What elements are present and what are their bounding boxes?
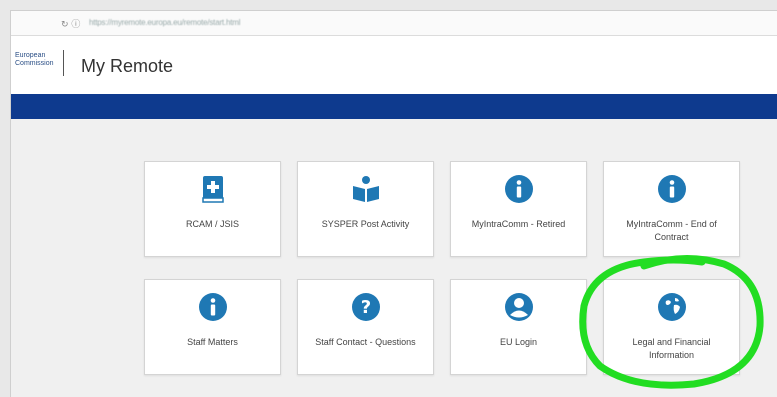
- open-book-reader-icon: [352, 176, 379, 202]
- site-header: European Commission My Remote: [11, 36, 777, 94]
- tile-staff-matters[interactable]: Staff Matters: [144, 279, 281, 375]
- info-icon: [657, 175, 686, 203]
- tile-label: Staff Contact - Questions: [315, 337, 416, 347]
- user-icon: [504, 293, 533, 321]
- tiles-area: RCAM / JSIS SYSPER Post Activity MyIntra…: [11, 119, 777, 397]
- page-title: My Remote: [81, 56, 174, 76]
- tile-label: MyIntraComm - End of Contract: [626, 219, 717, 242]
- reload-icon[interactable]: ↻ ⓘ: [61, 17, 80, 30]
- tile-staff-contact-questions[interactable]: ? Staff Contact - Questions: [297, 279, 434, 375]
- globe-icon: [657, 293, 686, 321]
- tile-label: EU Login: [499, 337, 538, 347]
- logo-divider: [63, 50, 64, 76]
- logo-line2: Commission: [15, 60, 54, 67]
- nav-bar: [11, 94, 777, 119]
- tile-label: RCAM / JSIS: [185, 219, 239, 229]
- browser-window: ↻ ⓘ https://myremote.europa.eu/remote/st…: [10, 10, 777, 397]
- tile-sysper-post-activity[interactable]: SYSPER Post Activity: [297, 161, 434, 257]
- question-icon: ?: [351, 293, 380, 321]
- tile-rcam-jsis[interactable]: RCAM / JSIS: [144, 161, 281, 257]
- tile-myintracomm-retired[interactable]: MyIntraComm - Retired: [450, 161, 587, 257]
- url-text[interactable]: https://myremote.europa.eu/remote/start.…: [89, 18, 240, 27]
- info-icon: [504, 175, 533, 203]
- tile-myintracomm-end-of-contract[interactable]: MyIntraComm - End of Contract: [603, 161, 740, 257]
- tile-eu-login[interactable]: EU Login: [450, 279, 587, 375]
- tile-label: Legal and Financial Information: [632, 337, 711, 360]
- tile-label: MyIntraComm - Retired: [471, 219, 566, 229]
- info-icon: [198, 293, 227, 321]
- medical-book-icon: [201, 176, 224, 203]
- address-bar[interactable]: ↻ ⓘ https://myremote.europa.eu/remote/st…: [11, 11, 777, 36]
- tile-legal-financial-information[interactable]: Legal and Financial Information: [603, 279, 740, 375]
- tile-label: Staff Matters: [187, 337, 238, 347]
- tile-label: SYSPER Post Activity: [321, 219, 410, 229]
- logo-line1: European: [15, 52, 46, 59]
- svg-text:?: ?: [360, 297, 370, 318]
- commission-logo[interactable]: European Commission: [15, 52, 59, 68]
